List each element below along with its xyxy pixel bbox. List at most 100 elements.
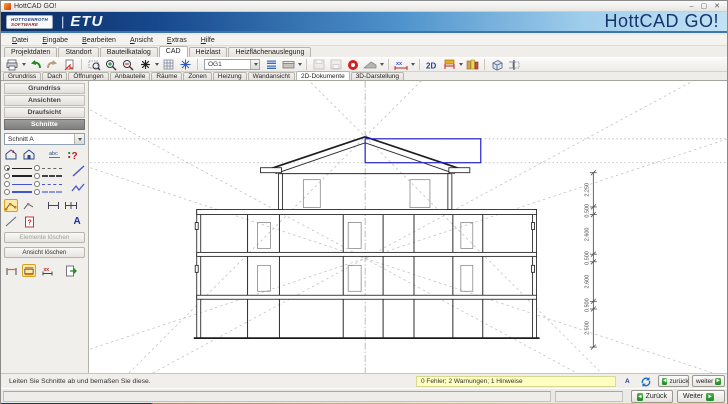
line-style-radio-blue-thin[interactable]: [4, 181, 10, 187]
save-section-button[interactable]: [311, 58, 327, 71]
measure-xx-button[interactable]: xx: [393, 58, 409, 71]
next-small-button[interactable]: weiter ►: [692, 375, 725, 387]
derive-section-button[interactable]: [4, 148, 18, 161]
vertical-dimension-chain[interactable]: 2.2500.5002.6000.5002.6000.5002.500: [584, 170, 596, 349]
subtab-heizung[interactable]: Heizung: [213, 72, 247, 80]
wall-display-dropdown[interactable]: [298, 63, 302, 66]
storey-dropdown[interactable]: [250, 60, 259, 69]
subtab-anbauteile[interactable]: Anbauteile: [110, 72, 151, 80]
section-select[interactable]: Schnitt A: [4, 133, 85, 145]
label-tool-button[interactable]: abc: [48, 148, 62, 161]
view-button-schnitte[interactable]: Schnitte: [4, 119, 85, 130]
menu-ansicht[interactable]: Ansicht: [123, 37, 160, 44]
component-colors-button[interactable]: [464, 58, 480, 71]
maximize-button[interactable]: ▢: [701, 2, 708, 11]
tab-heizflaechenauslegung[interactable]: Heizflächenauslegung: [228, 47, 311, 57]
view-button-grundriss[interactable]: Grundriss: [4, 83, 85, 94]
dimension-style-button[interactable]: [441, 58, 457, 71]
redo-button[interactable]: [44, 58, 60, 71]
refresh-button[interactable]: [638, 375, 654, 388]
tab-heizlast[interactable]: Heizlast: [189, 47, 228, 57]
snap-dropdown[interactable]: [155, 63, 159, 66]
subtab-wandansicht[interactable]: Wandansicht: [248, 72, 295, 80]
subtab-zonen[interactable]: Zonen: [183, 72, 211, 80]
window-title: HottCAD GO!: [14, 3, 690, 10]
dimension-outside-icon: [5, 266, 18, 276]
view-button-draufsicht[interactable]: Draufsicht: [4, 107, 85, 118]
line-style-radio-solid-thin[interactable]: [4, 165, 10, 171]
drawing-canvas[interactable]: 2.2500.5002.6000.5002.6000.5002.500: [89, 81, 727, 373]
question-icon: ?: [67, 149, 79, 161]
text-tool-button[interactable]: A: [74, 217, 81, 227]
help-info-button[interactable]: ?: [66, 148, 80, 161]
tab-projektdaten[interactable]: Projektdaten: [4, 47, 57, 57]
dimension-storey-icon: [23, 266, 35, 276]
draw-line-button[interactable]: [72, 164, 85, 182]
tab-bauteilkatalog[interactable]: Bauteilkatalog: [100, 47, 158, 57]
snowflake-button[interactable]: [177, 58, 193, 71]
subtab-grundriss[interactable]: Grundriss: [3, 72, 41, 80]
draw-polyline-button[interactable]: [71, 181, 85, 199]
sheet-properties-button[interactable]: ?: [22, 215, 36, 228]
apply-template-button[interactable]: [61, 58, 77, 71]
back-button[interactable]: ◄ Zurück: [631, 390, 673, 403]
3d-view-button[interactable]: [489, 58, 505, 71]
dimension-outside-button[interactable]: [4, 264, 18, 277]
measure-line-button[interactable]: [4, 215, 18, 228]
subtab-dach[interactable]: Dach: [42, 72, 67, 80]
measure-polyline-button[interactable]: [4, 199, 18, 212]
menu-extras[interactable]: Extras: [160, 37, 194, 44]
line-style-radio-solid-thick[interactable]: [4, 173, 10, 179]
dimension-storey-button[interactable]: [22, 264, 36, 277]
grid-button[interactable]: [160, 58, 176, 71]
line-style-radio-dashed-thick[interactable]: [34, 173, 40, 179]
menu-bearbeiten[interactable]: Bearbeiten: [75, 37, 123, 44]
back-small-button[interactable]: ◄ zurück: [658, 375, 689, 387]
section-select-dropdown[interactable]: [74, 134, 84, 144]
export-view-button[interactable]: [64, 264, 78, 277]
menu-datei[interactable]: Datei: [5, 37, 35, 44]
zoom-window-button[interactable]: [86, 58, 102, 71]
line-style-radio-dashed-thin[interactable]: [34, 165, 40, 171]
close-button[interactable]: ✕: [714, 2, 720, 11]
menu-hilfe[interactable]: Hilfe: [194, 37, 222, 44]
check-button[interactable]: [345, 58, 361, 71]
delete-elements-button[interactable]: Elemente löschen: [4, 232, 85, 243]
subtab-3d-darstellung[interactable]: 3D-Darstellung: [351, 72, 404, 80]
undo-button[interactable]: [27, 58, 43, 71]
next-button[interactable]: Weiter ►: [677, 390, 725, 403]
storey-list-button[interactable]: [263, 58, 279, 71]
menu-eingabe[interactable]: Eingabe: [35, 37, 75, 44]
section-drawing: 2.2500.5002.6000.5002.6000.5002.500: [89, 81, 728, 373]
chain-dimension-button[interactable]: [64, 199, 78, 212]
measure-polyline2-button[interactable]: [22, 199, 36, 212]
print-dropdown[interactable]: [22, 63, 26, 66]
line-style-radio-blue-dashed[interactable]: [34, 181, 40, 187]
subtab-2d-dokumente[interactable]: 2D-Dokumente: [296, 71, 350, 80]
subtab-oeffnungen[interactable]: Öffnungen: [68, 72, 108, 80]
wall-display-button[interactable]: [280, 58, 296, 71]
roof-tool-button[interactable]: [362, 58, 378, 71]
snap-button[interactable]: [137, 58, 153, 71]
tab-standort[interactable]: Standort: [58, 47, 98, 57]
2d-mode-button[interactable]: 2D: [424, 58, 440, 71]
line-style-radio-blue-thick[interactable]: [4, 189, 10, 195]
zoom-in-button[interactable]: [103, 58, 119, 71]
print-button[interactable]: [4, 58, 20, 71]
line-style-radio-blue-dashdot[interactable]: [34, 189, 40, 195]
dimension-button[interactable]: [46, 199, 60, 212]
minimize-button[interactable]: –: [690, 2, 694, 11]
subtab-raeume[interactable]: Räume: [151, 72, 182, 80]
dimension-values-button[interactable]: xx: [40, 264, 54, 277]
delete-view-button[interactable]: Ansicht löschen: [4, 247, 85, 258]
section-view-button[interactable]: [506, 58, 522, 71]
measure-xx-dropdown[interactable]: [411, 63, 415, 66]
derive-view-button[interactable]: [22, 148, 36, 161]
storey-select[interactable]: OG1: [204, 59, 260, 70]
roof-tool-dropdown[interactable]: [380, 63, 384, 66]
zoom-out-button[interactable]: [120, 58, 136, 71]
tab-cad[interactable]: CAD: [159, 46, 188, 57]
view-button-ansichten[interactable]: Ansichten: [4, 95, 85, 106]
save-all-button[interactable]: [328, 58, 344, 71]
dimension-style-dropdown[interactable]: [459, 63, 463, 66]
